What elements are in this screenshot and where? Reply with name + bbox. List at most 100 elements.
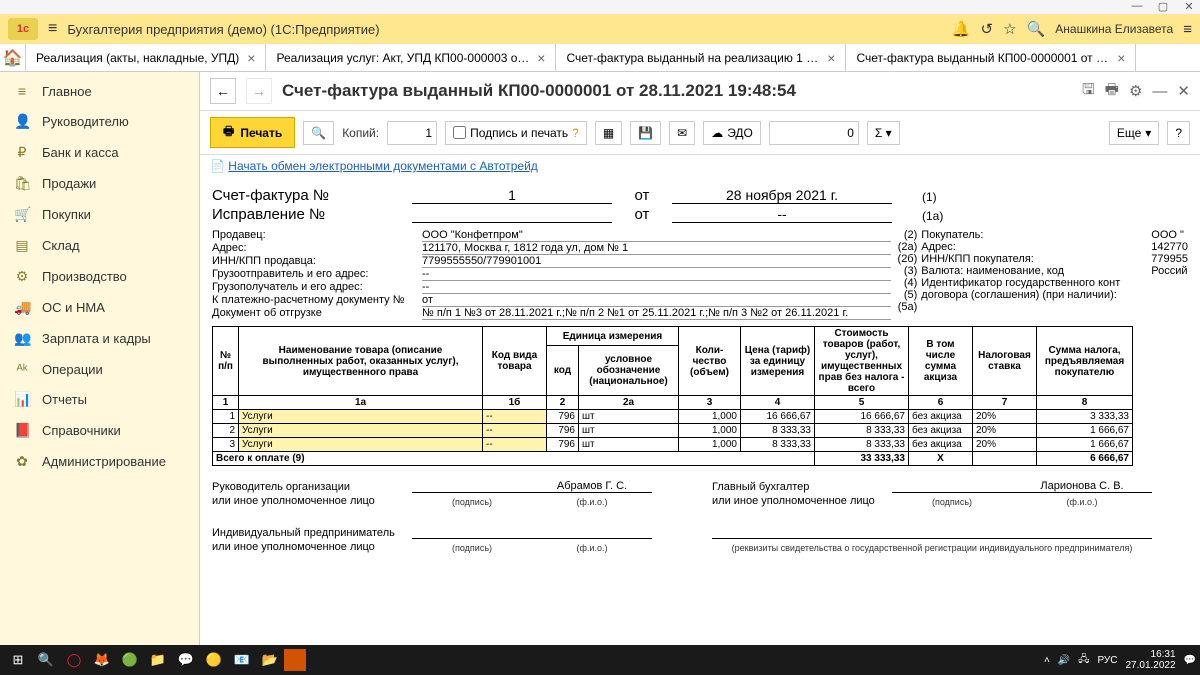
help-button[interactable]: ?	[1167, 121, 1190, 145]
tab-item-active[interactable]: Счет-фактура выданный КП00-0000001 от 28…	[846, 44, 1136, 71]
code-1: (1)	[922, 190, 1142, 204]
window-title-bar: — ▢ ✕	[0, 0, 1200, 14]
lang-indicator[interactable]: РУС	[1097, 655, 1117, 666]
mail-button[interactable]: ✉	[669, 121, 695, 145]
edo-link[interactable]: Начать обмен электронными документами с …	[228, 159, 538, 173]
sidebar-item-reports[interactable]: 📊Отчеты	[0, 384, 199, 415]
print-icon[interactable]: 🖶	[1105, 79, 1119, 104]
dash-icon[interactable]: —	[1152, 83, 1167, 100]
warehouse-icon: ▤	[14, 237, 30, 254]
clock[interactable]: 16:31 27.01.2022	[1125, 649, 1175, 671]
table-button[interactable]: ▦	[595, 121, 622, 145]
close-doc-icon[interactable]: ✕	[1177, 82, 1190, 100]
sidebar-item-operations[interactable]: ᴬᵏОперации	[0, 354, 199, 384]
close-icon[interactable]: ×	[537, 50, 545, 66]
bell-icon[interactable]: 🔔	[952, 20, 971, 38]
edo-button[interactable]: ☁ ЭДО	[703, 121, 761, 145]
sidebar-item-sales[interactable]: 🛍Продажи	[0, 168, 199, 199]
sign-checkbox[interactable]	[453, 126, 466, 139]
ot-label-2: от	[612, 206, 672, 223]
history-icon[interactable]: ↺	[981, 20, 994, 38]
document-header: ← → Счет-фактура выданный КП00-0000001 о…	[200, 72, 1200, 111]
network-icon[interactable]: 🖧	[1078, 652, 1089, 669]
logo-1c: 1c	[8, 18, 38, 40]
tab-item[interactable]: Реализация услуг: Акт, УПД КП00-000003 о…	[266, 44, 556, 71]
close-icon[interactable]: ×	[827, 50, 835, 66]
purchases-icon: 🛒	[14, 206, 30, 223]
sidebar-item-catalogs[interactable]: 📕Справочники	[0, 415, 199, 446]
close-icon[interactable]: ×	[1117, 50, 1125, 66]
tabs-bar: 🏠 Реализация (акты, накладные, УПД)× Реа…	[0, 44, 1200, 72]
home-tab[interactable]: 🏠	[0, 44, 26, 71]
save-icon[interactable]: 🖫	[1082, 79, 1095, 104]
sidebar-item-production[interactable]: ⚙Производство	[0, 261, 199, 292]
disk-button[interactable]: 💾	[630, 121, 661, 145]
skype-icon[interactable]: 💬	[172, 646, 200, 674]
reports-icon: 📊	[14, 391, 30, 408]
tray-up-icon[interactable]: ˄	[1044, 655, 1050, 666]
user-menu-icon[interactable]: ≡	[1183, 21, 1192, 38]
document-icon: 📄	[210, 159, 225, 173]
menu-icon[interactable]: ≡	[48, 20, 57, 38]
maximize-icon[interactable]: ▢	[1156, 0, 1170, 14]
minimize-icon[interactable]: —	[1130, 0, 1144, 14]
app-header: 1c ≡ Бухгалтерия предприятия (демо) (1С:…	[0, 14, 1200, 44]
folder-icon[interactable]: 📁	[144, 646, 172, 674]
assets-icon: 🚚	[14, 299, 30, 316]
total-row: Всего к оплате (9)33 333,33X6 666,67	[213, 452, 1133, 466]
document-body: Счет-фактура № 1 от 28 ноября 2021 г. (1…	[200, 177, 1200, 645]
sidebar-item-salary[interactable]: 👥Зарплата и кадры	[0, 323, 199, 354]
preview-button[interactable]: 🔍	[303, 121, 334, 145]
table-row: 1Услуги--796шт1,00016 666,6716 666,67без…	[213, 410, 1133, 424]
admin-icon: ✿	[14, 453, 30, 470]
tab-item[interactable]: Счет-фактура выданный на реализацию 1 от…	[556, 44, 846, 71]
sidebar-item-purchases[interactable]: 🛒Покупки	[0, 199, 199, 230]
printer-icon: 🖶	[223, 122, 234, 143]
correction-date: --	[672, 206, 892, 223]
production-icon: ⚙	[14, 268, 30, 285]
sum-button[interactable]: Σ ▾	[867, 121, 900, 145]
firefox-icon[interactable]: 🦊	[88, 646, 116, 674]
invoice-table: № п/п Наименование товара (описание выпо…	[212, 326, 1133, 466]
close-window-icon[interactable]: ✕	[1182, 0, 1196, 14]
opera-icon[interactable]: ◯	[60, 646, 88, 674]
invoice-no: 1	[412, 187, 612, 204]
sidebar-item-main[interactable]: ≡Главное	[0, 76, 199, 106]
operations-icon: ᴬᵏ	[14, 361, 30, 377]
back-button[interactable]: ←	[210, 78, 236, 104]
main-icon: ≡	[14, 83, 30, 99]
sales-icon: 🛍	[14, 175, 30, 192]
outlook-icon[interactable]: 📧	[228, 646, 256, 674]
volume-icon[interactable]: 🔊	[1058, 655, 1070, 666]
tab-item[interactable]: Реализация (акты, накладные, УПД)×	[26, 44, 266, 71]
more-button[interactable]: Еще ▾	[1109, 121, 1159, 145]
task-search-icon[interactable]: 🔍	[32, 646, 60, 674]
sidebar-item-manager[interactable]: 👤Руководителю	[0, 106, 199, 137]
start-icon[interactable]: ⊞	[4, 646, 32, 674]
print-button[interactable]: 🖶Печать	[210, 117, 295, 148]
sidebar-item-bank[interactable]: ₽Банк и касса	[0, 137, 199, 168]
sidebar-item-warehouse[interactable]: ▤Склад	[0, 230, 199, 261]
document-title: Счет-фактура выданный КП00-0000001 от 28…	[282, 81, 1072, 101]
invoice-date: 28 ноября 2021 г.	[672, 187, 892, 204]
correction-label: Исправление №	[212, 206, 412, 223]
star-icon[interactable]: ☆	[1003, 20, 1016, 38]
powerpoint-icon[interactable]	[284, 649, 306, 671]
search-icon[interactable]: 🔍	[1027, 20, 1046, 38]
close-icon[interactable]: ×	[247, 50, 255, 66]
sidebar-item-assets[interactable]: 🚚ОС и НМА	[0, 292, 199, 323]
code-1a: (1а)	[922, 209, 1142, 223]
chrome-icon[interactable]: 🟢	[116, 646, 144, 674]
copies-label: Копий:	[342, 126, 379, 140]
sign-print-button[interactable]: Подпись и печать ?	[445, 121, 587, 145]
explorer-icon[interactable]: 📂	[256, 646, 284, 674]
notifications-icon[interactable]: 💬	[1184, 655, 1196, 666]
sidebar-item-admin[interactable]: ✿Администрирование	[0, 446, 199, 477]
settings-icon[interactable]: ⚙	[1129, 82, 1142, 100]
correction-no	[412, 222, 612, 223]
copies-input[interactable]	[387, 121, 437, 145]
manager-icon: 👤	[14, 113, 30, 130]
app-icon[interactable]: 🟡	[200, 646, 228, 674]
forward-button[interactable]: →	[246, 78, 272, 104]
edo-input[interactable]	[769, 121, 859, 145]
